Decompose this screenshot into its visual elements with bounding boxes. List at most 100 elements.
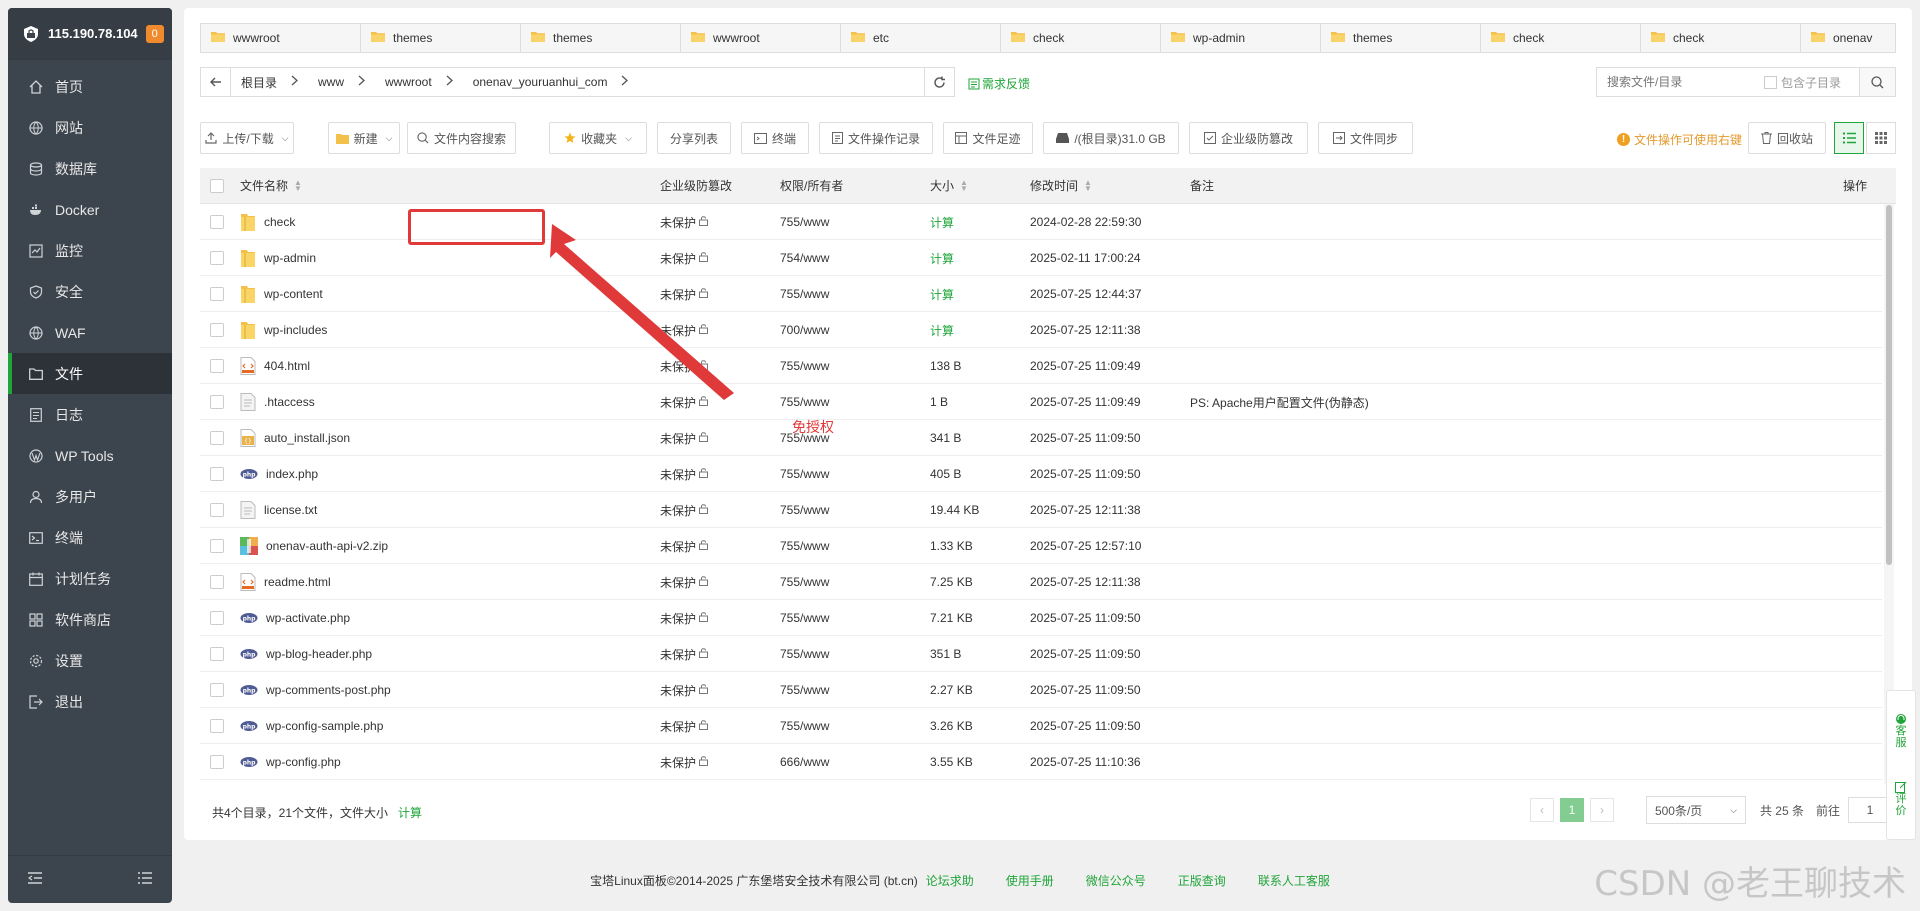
table-row[interactable]: 404.html 未保护 755/www 138 B 2025-07-25 11:09:…	[200, 348, 1882, 384]
table-row[interactable]: license.txt 未保护 755/www 19.44 KB 2025-07-25 …	[200, 492, 1882, 528]
file-name-cell[interactable]: php wp-blog-header.php	[240, 636, 372, 672]
protect-status[interactable]: 未保护	[660, 312, 709, 348]
permission-cell[interactable]: 755/www	[780, 564, 829, 600]
new-button[interactable]: 新建 ⌵	[328, 122, 400, 154]
breadcrumb-item[interactable]: onenav_youruanhui_com	[463, 68, 639, 96]
breadcrumb-item[interactable]: 根目录	[231, 68, 308, 96]
row-checkbox[interactable]	[210, 276, 224, 312]
size-cell[interactable]: 计算	[930, 276, 954, 312]
header-size[interactable]: 大小 ▲ ▼	[930, 177, 968, 194]
permission-cell[interactable]: 666/www	[780, 744, 829, 780]
protect-status[interactable]: 未保护	[660, 708, 709, 744]
permission-cell[interactable]: 755/www	[780, 384, 829, 420]
sidebar-item-8[interactable]: 日志	[8, 394, 172, 435]
protect-status[interactable]: 未保护	[660, 564, 709, 600]
row-checkbox[interactable]	[210, 744, 224, 780]
folder-tab[interactable]: check	[1001, 24, 1161, 52]
table-row[interactable]: .htaccess 未保护 755/www 1 B 2025-07-25 11:09:4…	[200, 384, 1882, 420]
file-name-cell[interactable]: wp-admin	[240, 240, 316, 276]
permission-cell[interactable]: 755/www	[780, 348, 829, 384]
protect-status[interactable]: 未保护	[660, 492, 709, 528]
file-name-cell[interactable]: wp-includes	[240, 312, 327, 348]
file-name-cell[interactable]: php wp-activate.php	[240, 600, 350, 636]
sidebar-item-10[interactable]: 多用户	[8, 476, 172, 517]
select-all-checkbox[interactable]	[210, 178, 224, 193]
back-button[interactable]	[201, 68, 231, 96]
table-row[interactable]: {} auto_install.json 未保护 755/www 341 B 2025-0…	[200, 420, 1882, 456]
recycle-bin-button[interactable]: 回收站	[1748, 122, 1826, 154]
footer-link[interactable]: 微信公众号	[1086, 872, 1146, 889]
review-button[interactable]: 评价	[1895, 781, 1907, 817]
footer-link[interactable]: 联系人工客服	[1258, 872, 1330, 889]
row-checkbox[interactable]	[210, 492, 224, 528]
file-name-cell[interactable]: php wp-config-sample.php	[240, 708, 383, 744]
breadcrumb-item[interactable]: www	[308, 68, 375, 96]
permission-cell[interactable]: 755/www	[780, 600, 829, 636]
list-view-button[interactable]	[1834, 122, 1864, 154]
protect-status[interactable]: 未保护	[660, 456, 709, 492]
protect-status[interactable]: 未保护	[660, 636, 709, 672]
sidebar-item-3[interactable]: Docker	[8, 189, 172, 230]
row-checkbox[interactable]	[210, 348, 224, 384]
footprint-button[interactable]: 文件足迹	[943, 122, 1033, 154]
permission-cell[interactable]: 755/www	[780, 672, 829, 708]
protect-status[interactable]: 未保护	[660, 204, 709, 240]
protect-status[interactable]: 未保护	[660, 672, 709, 708]
include-subdir-checkbox[interactable]: 包含子目录	[1764, 74, 1841, 91]
customer-service-button[interactable]: 客服	[1895, 713, 1907, 749]
sidebar-item-1[interactable]: 网站	[8, 107, 172, 148]
table-row[interactable]: readme.html 未保护 755/www 7.25 KB 2025-07-25 1…	[200, 564, 1882, 600]
notification-badge[interactable]: 0	[145, 24, 164, 43]
file-name-cell[interactable]: license.txt	[240, 492, 317, 528]
protect-status[interactable]: 未保护	[660, 744, 709, 780]
next-page-button[interactable]: ›	[1589, 798, 1614, 822]
table-row[interactable]: wp-admin 未保护 754/www 计算 2025-02-11 17:00:24	[200, 240, 1882, 276]
size-cell[interactable]: 计算	[930, 240, 954, 276]
sidebar-item-9[interactable]: WP Tools	[8, 435, 172, 476]
feedback-link[interactable]: 需求反馈	[968, 75, 1030, 92]
sidebar-item-12[interactable]: 计划任务	[8, 558, 172, 599]
header-name[interactable]: 文件名称 ▲ ▼	[240, 177, 302, 194]
sidebar-item-5[interactable]: 安全	[8, 271, 172, 312]
table-row[interactable]: php index.php 未保护 755/www 405 B 2025-07-25 11…	[200, 456, 1882, 492]
upload-download-button[interactable]: 上传/下载 ⌵	[200, 122, 294, 154]
size-cell[interactable]: 计算	[930, 312, 954, 348]
table-scrollbar-thumb[interactable]	[1886, 205, 1892, 565]
share-list-button[interactable]: 分享列表	[657, 122, 731, 154]
sidebar-item-14[interactable]: 设置	[8, 640, 172, 681]
row-checkbox[interactable]	[210, 600, 224, 636]
footer-link[interactable]: 论坛求助	[926, 872, 974, 889]
footer-link[interactable]: 使用手册	[1006, 872, 1054, 889]
sync-button[interactable]: 文件同步	[1318, 122, 1413, 154]
folder-tab[interactable]: check	[1481, 24, 1641, 52]
folder-tab[interactable]: onenav	[1801, 24, 1895, 52]
row-checkbox[interactable]	[210, 456, 224, 492]
table-row[interactable]: php wp-config.php 未保护 666/www 3.55 KB 2025-07…	[200, 744, 1882, 780]
page-current[interactable]: 1	[1559, 798, 1584, 822]
file-name-cell[interactable]: readme.html	[240, 564, 331, 600]
folder-tab[interactable]: wwwroot	[201, 24, 361, 52]
permission-cell[interactable]: 755/www	[780, 276, 829, 312]
permission-cell[interactable]: 755/www	[780, 636, 829, 672]
search-button[interactable]	[1859, 68, 1895, 96]
sidebar-item-7[interactable]: 文件	[8, 353, 172, 394]
permission-cell[interactable]: 700/www	[780, 312, 829, 348]
row-checkbox[interactable]	[210, 708, 224, 744]
protect-status[interactable]: 未保护	[660, 420, 709, 456]
table-row[interactable]: wp-content 未保护 755/www 计算 2025-07-25 12:44:3…	[200, 276, 1882, 312]
sidebar-item-11[interactable]: 终端	[8, 517, 172, 558]
file-name-cell[interactable]: php index.php	[240, 456, 318, 492]
folder-tab[interactable]: wwwroot	[681, 24, 841, 52]
table-row[interactable]: php wp-blog-header.php 未保护 755/www 351 B 2025…	[200, 636, 1882, 672]
row-checkbox[interactable]	[210, 636, 224, 672]
footer-link[interactable]: 正版查询	[1178, 872, 1226, 889]
row-checkbox[interactable]	[210, 420, 224, 456]
row-checkbox[interactable]	[210, 204, 224, 240]
folder-tab[interactable]: etc	[841, 24, 1001, 52]
favorites-button[interactable]: 收藏夹 ⌵	[549, 122, 647, 154]
size-cell[interactable]: 计算	[930, 204, 954, 240]
op-log-button[interactable]: 文件操作记录	[819, 122, 933, 154]
server-ip[interactable]: 115.190.78.104	[48, 26, 138, 41]
file-name-cell[interactable]: {} auto_install.json	[240, 420, 350, 456]
breadcrumb-item[interactable]: wwwroot	[375, 68, 463, 96]
